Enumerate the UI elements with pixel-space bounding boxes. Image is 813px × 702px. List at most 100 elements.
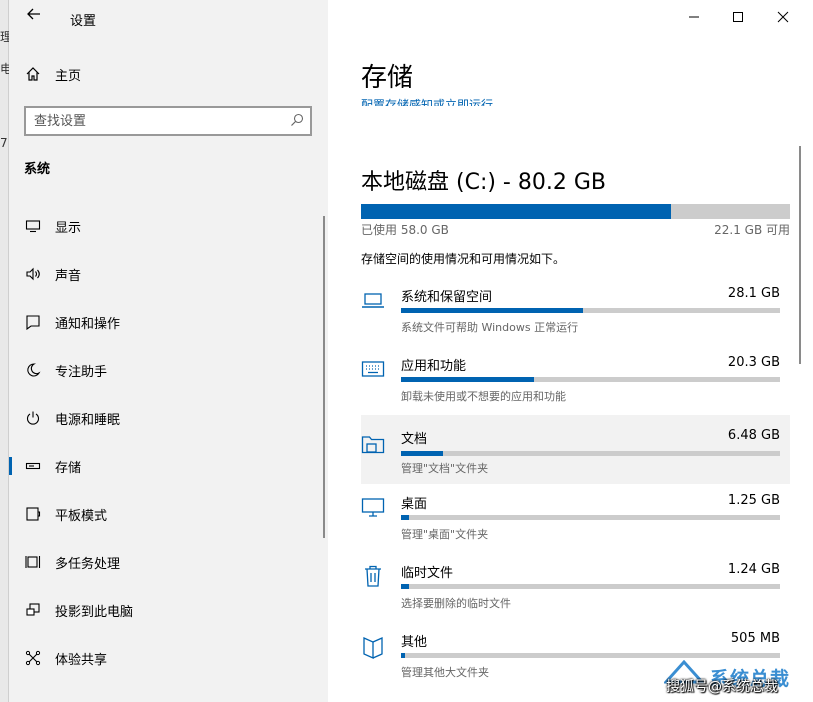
keyboard-icon (361, 361, 385, 377)
back-button[interactable] (23, 6, 45, 28)
home-icon (23, 64, 43, 84)
back-arrow-icon (27, 8, 40, 20)
background-fragment: 7 (0, 136, 8, 150)
category-name: 桌面 (401, 497, 428, 512)
multitask-icon (23, 552, 43, 572)
section-title: 系统 (24, 162, 51, 177)
sidebar-item-shared-experiences[interactable]: 体验共享 (9, 634, 328, 682)
watermark-text: 搜狐号@系统总裁 (666, 679, 778, 695)
sidebar-item-focus-assist[interactable]: 专注助手 (9, 346, 328, 394)
sidebar: 设置 主页 系统 显示 声音 通知和操作 (9, 0, 328, 702)
folder-icon (361, 436, 385, 454)
sidebar-item-label: 通知和操作 (55, 316, 121, 332)
sidebar-item-label: 平板模式 (55, 508, 108, 524)
sidebar-item-project-to-pc[interactable]: 投影到此电脑 (9, 586, 328, 634)
category-size: 505 MB (730, 631, 780, 646)
category-description: 系统文件可帮助 Windows 正常运行 (401, 321, 579, 334)
category-name: 应用和功能 (401, 359, 467, 374)
sidebar-item-power-sleep[interactable]: 电源和睡眠 (9, 394, 328, 442)
category-description: 选择要删除的临时文件 (401, 597, 511, 610)
category-size: 6.48 GB (727, 428, 780, 443)
category-name: 系统和保留空间 (401, 290, 493, 305)
sidebar-item-notifications[interactable]: 通知和操作 (9, 298, 328, 346)
sidebar-item-label: 专注助手 (55, 364, 108, 380)
search-input[interactable] (34, 112, 274, 130)
sidebar-item-sound[interactable]: 声音 (9, 250, 328, 298)
category-usage-fill (401, 653, 405, 658)
sidebar-item-label: 电源和睡眠 (55, 412, 121, 428)
laptop-icon (362, 293, 384, 308)
category-size: 28.1 GB (727, 286, 780, 301)
category-description: 管理"桌面"文件夹 (401, 528, 489, 541)
window-title: 设置 (70, 14, 97, 29)
category-description: 卸载未使用或不想要的应用和功能 (401, 390, 566, 403)
maximize-button[interactable] (723, 5, 753, 29)
sidebar-scrollbar[interactable] (323, 216, 325, 538)
sidebar-item-label: 投影到此电脑 (55, 604, 134, 620)
sidebar-nav: 显示 声音 通知和操作 专注助手 电源和睡眠 存储 平板模式 多任务处理 投影到… (9, 202, 328, 682)
desktop-icon (361, 498, 385, 517)
close-icon (777, 11, 789, 23)
category-temporary-files[interactable]: 临时文件 1.24 GB 选择要删除的临时文件 (361, 558, 790, 627)
sidebar-item-label: 存储 (55, 460, 82, 476)
selection-indicator (9, 457, 12, 475)
category-usage-bar (401, 451, 780, 456)
sidebar-item-multitasking[interactable]: 多任务处理 (9, 538, 328, 586)
minimize-icon (689, 16, 699, 18)
watermark: 系统总裁 搜狐号@系统总裁 (662, 660, 802, 700)
sidebar-item-label: 声音 (55, 268, 82, 284)
book-icon (363, 636, 383, 659)
sidebar-item-storage[interactable]: 存储 (9, 442, 328, 490)
home-label: 主页 (55, 68, 82, 84)
content-scrollbar[interactable] (799, 146, 801, 364)
background-window-edge: 理 电 7 (0, 0, 12, 702)
category-usage-bar (401, 584, 780, 589)
category-size: 1.25 GB (727, 493, 780, 508)
category-desktop[interactable]: 桌面 1.25 GB 管理"桌面"文件夹 (361, 489, 790, 558)
category-usage-bar (401, 377, 780, 382)
category-usage-bar (401, 653, 780, 658)
category-usage-fill (401, 515, 409, 520)
trash-icon (365, 565, 381, 587)
category-usage-bar (401, 515, 780, 520)
close-button[interactable] (768, 5, 798, 29)
maximize-icon (733, 12, 743, 22)
category-documents[interactable]: 文档 6.48 GB 管理"文档"文件夹 (361, 415, 790, 484)
sidebar-item-label: 多任务处理 (55, 556, 121, 572)
speaker-icon (23, 264, 43, 284)
sidebar-item-label: 体验共享 (55, 652, 108, 668)
category-description: 管理其他大文件夹 (401, 666, 489, 679)
category-size: 20.3 GB (727, 355, 780, 370)
moon-icon (23, 360, 43, 380)
sidebar-item-home[interactable]: 主页 (23, 64, 81, 84)
sidebar-item-tablet-mode[interactable]: 平板模式 (9, 490, 328, 538)
drive-title: 本地磁盘 (C:) - 80.2 GB (361, 170, 606, 195)
category-size: 1.24 GB (727, 562, 780, 577)
category-name: 文档 (401, 432, 428, 447)
category-system-reserved[interactable]: 系统和保留空间 28.1 GB 系统文件可帮助 Windows 正常运行 (361, 282, 790, 351)
category-apps-features[interactable]: 应用和功能 20.3 GB 卸载未使用或不想要的应用和功能 (361, 351, 790, 420)
monitor-icon (23, 216, 43, 236)
search-box[interactable] (24, 106, 312, 136)
category-usage-fill (401, 377, 534, 382)
category-usage-fill (401, 451, 443, 456)
page-title: 存储 (361, 63, 414, 93)
storage-icon (23, 456, 43, 476)
sidebar-item-display[interactable]: 显示 (9, 202, 328, 250)
settings-window: 设置 主页 系统 显示 声音 通知和操作 (9, 0, 806, 702)
category-description: 管理"文档"文件夹 (401, 462, 489, 475)
category-usage-bar (401, 308, 780, 313)
search-icon[interactable] (290, 113, 304, 127)
storage-description: 存储空间的使用情况和可用情况如下。 (361, 252, 566, 266)
tablet-icon (23, 504, 43, 524)
minimize-button[interactable] (679, 5, 709, 29)
storage-sense-link[interactable]: 配置存储感知或立即运行 (361, 94, 561, 106)
category-name: 临时文件 (401, 566, 454, 581)
notification-icon (23, 312, 43, 332)
sidebar-item-label: 显示 (55, 220, 82, 236)
used-space-label: 已使用 58.0 GB (361, 223, 449, 237)
drive-usage-fill (361, 204, 672, 219)
power-icon (23, 408, 43, 428)
main-content: 存储 配置存储感知或立即运行 本地磁盘 (C:) - 80.2 GB 已使用 5… (328, 0, 806, 702)
drive-usage-bar (361, 204, 790, 219)
